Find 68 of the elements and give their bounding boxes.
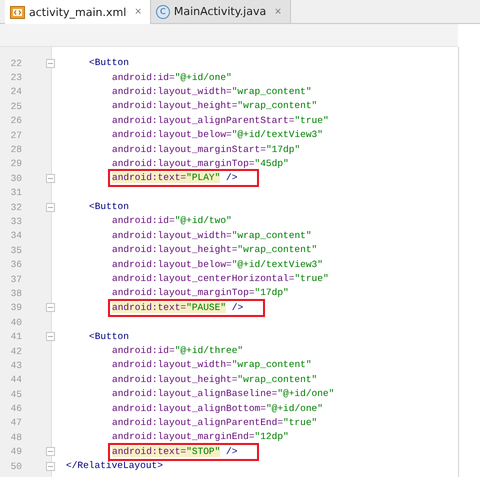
line-number: 33	[10, 216, 23, 227]
line-number: 32	[10, 202, 23, 213]
line-number: 39	[10, 302, 23, 314]
editor-tab[interactable]: activity_main.xml ×	[5, 0, 151, 24]
code-line: android:layout_width="wrap_content"	[112, 230, 312, 242]
fold-marker-icon[interactable]	[46, 174, 55, 183]
line-number: 25	[10, 100, 23, 112]
code-line: android:layout_below="@+id/textView3"	[112, 258, 323, 271]
code-line: android:layout_marginStart="17dp"	[112, 144, 300, 156]
line-number: 36	[10, 259, 23, 270]
code-line: android:layout_marginTop="17dp"	[112, 287, 289, 300]
line-number: 40	[10, 316, 23, 328]
line-number: 49	[10, 446, 23, 458]
code-line: android:layout_width="wrap_content"	[112, 359, 312, 372]
code-line: android:id="@+id/one"	[112, 72, 232, 84]
fold-marker-icon[interactable]	[46, 462, 55, 471]
code-line: android:layout_marginEnd="12dp"	[112, 431, 289, 444]
fold-marker-icon[interactable]	[46, 202, 55, 212]
line-number: 35	[10, 244, 23, 256]
tab-label: MainActivity.java	[174, 5, 266, 18]
code-line: android:layout_alignParentEnd="true"	[112, 416, 318, 429]
code-line: android:id="@+id/three"	[112, 345, 244, 357]
code-line: android:layout_alignBaseline="@+id/one"	[112, 388, 334, 400]
line-number: 23	[10, 72, 23, 84]
line-number: 43	[10, 360, 23, 371]
code-line: </RelativeLayout>	[66, 460, 163, 472]
code-line: android:layout_width="wrap_content"	[112, 86, 312, 98]
fold-marker-icon[interactable]	[46, 303, 55, 312]
line-number: 31	[10, 187, 23, 198]
code-line: <Button	[89, 57, 129, 70]
line-number: 34	[10, 230, 23, 242]
editor-tab[interactable]: C MainActivity.java ×	[150, 0, 291, 23]
line-number: 22	[10, 58, 23, 69]
line-number: 30	[10, 172, 23, 184]
close-icon[interactable]: ×	[134, 7, 142, 17]
fold-marker-icon[interactable]	[46, 447, 55, 456]
line-number: 45	[10, 388, 23, 400]
xml-file-icon	[10, 6, 25, 18]
line-number: 44	[10, 374, 23, 386]
code-line: android:layout_height="wrap_content"	[112, 100, 318, 112]
code-line: android:layout_below="@+id/textView3"	[112, 129, 323, 142]
line-number: 42	[10, 346, 23, 356]
code-line: android:id="@+id/two"	[112, 215, 232, 228]
line-number: 38	[10, 288, 23, 299]
line-number: 28	[10, 144, 23, 156]
line-number: 46	[10, 403, 23, 414]
line-number: 24	[10, 86, 23, 98]
line-number: 37	[10, 274, 23, 285]
line-number: 27	[10, 130, 23, 141]
code-line: android:layout_centerHorizontal="true"	[112, 273, 329, 286]
line-number: 26	[10, 115, 23, 126]
code-line: android:layout_height="wrap_content"	[112, 374, 318, 386]
code-line: <Button	[89, 201, 129, 214]
line-number: 48	[10, 432, 23, 443]
fold-marker-icon[interactable]	[46, 58, 55, 68]
code-line: android:layout_alignBottom="@+id/one"	[112, 402, 323, 415]
code-line: android:layout_alignParentStart="true"	[112, 114, 329, 127]
fold-marker-icon[interactable]	[46, 332, 55, 342]
close-icon[interactable]: ×	[274, 6, 282, 16]
line-number: 47	[10, 417, 23, 428]
class-icon: C	[156, 4, 170, 18]
line-number: 50	[10, 460, 23, 472]
line-number: 41	[10, 331, 23, 342]
line-number: 29	[10, 158, 23, 170]
code-line: android:layout_marginTop="45dp"	[112, 158, 289, 170]
tab-label: activity_main.xml	[29, 6, 126, 18]
code-line: <Button	[89, 330, 129, 343]
code-line: android:layout_height="wrap_content"	[112, 244, 318, 256]
